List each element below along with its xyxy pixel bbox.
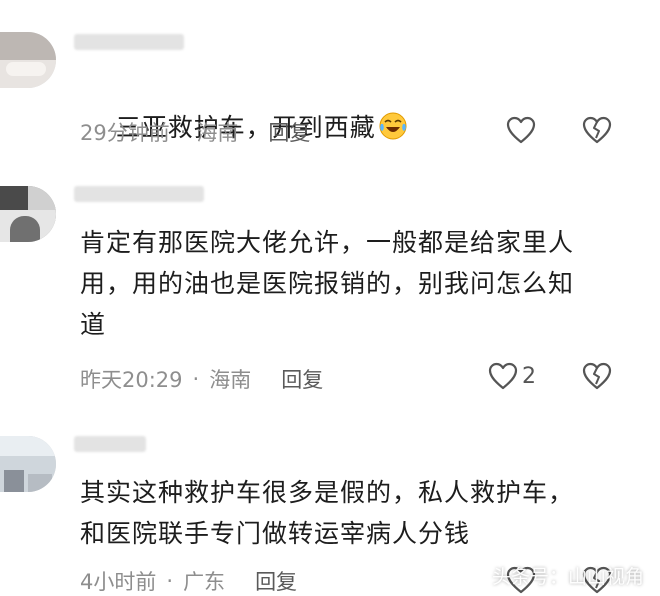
heart-icon xyxy=(506,116,536,144)
broken-heart-icon xyxy=(582,116,612,144)
heart-icon xyxy=(488,362,518,390)
avatar[interactable] xyxy=(0,32,56,88)
like-button[interactable] xyxy=(506,116,540,144)
comment-meta: 昨天20:29 · 海南 回复 xyxy=(80,364,323,394)
comment-location: 海南 xyxy=(196,121,239,145)
meta-separator: · xyxy=(179,120,187,144)
broken-heart-icon xyxy=(582,362,612,390)
reply-button[interactable]: 回复 xyxy=(281,364,323,394)
comment-time: 昨天20:29 xyxy=(80,368,183,392)
comment-meta: 4小时前 · 广东 回复 xyxy=(80,566,297,596)
comment-meta: 29分钟前 · 海南 回复 xyxy=(80,117,310,147)
comment-time: 29分钟前 xyxy=(80,121,170,145)
username-blurred[interactable] xyxy=(74,186,204,202)
avatar[interactable] xyxy=(0,436,56,492)
meta-separator: · xyxy=(166,569,174,593)
dislike-button[interactable] xyxy=(582,116,612,144)
comment-location: 广东 xyxy=(183,570,226,594)
dislike-button[interactable] xyxy=(582,362,612,390)
username-blurred[interactable] xyxy=(74,436,146,452)
meta-separator: · xyxy=(192,367,200,391)
like-count: 2 xyxy=(522,363,536,389)
avatar[interactable] xyxy=(0,186,56,242)
reply-button[interactable]: 回复 xyxy=(255,566,297,596)
reply-button[interactable]: 回复 xyxy=(268,117,310,147)
laughing-crying-emoji-icon xyxy=(379,112,407,140)
comment-time: 4小时前 xyxy=(80,570,157,594)
like-button[interactable]: 2 xyxy=(488,362,536,390)
comment-location: 海南 xyxy=(209,368,252,392)
comment-text: 其实这种救护车很多是假的，私人救护车， 和医院联手专门做转运宰病人分钱 xyxy=(80,478,575,548)
comment-text: 肯定有那医院大佬允许，一般都是给家里人 用，用的油也是医院报销的，别我问怎么知 … xyxy=(80,228,575,339)
username-blurred[interactable] xyxy=(74,34,184,50)
watermark: 头条号：山山视角 xyxy=(492,566,645,588)
